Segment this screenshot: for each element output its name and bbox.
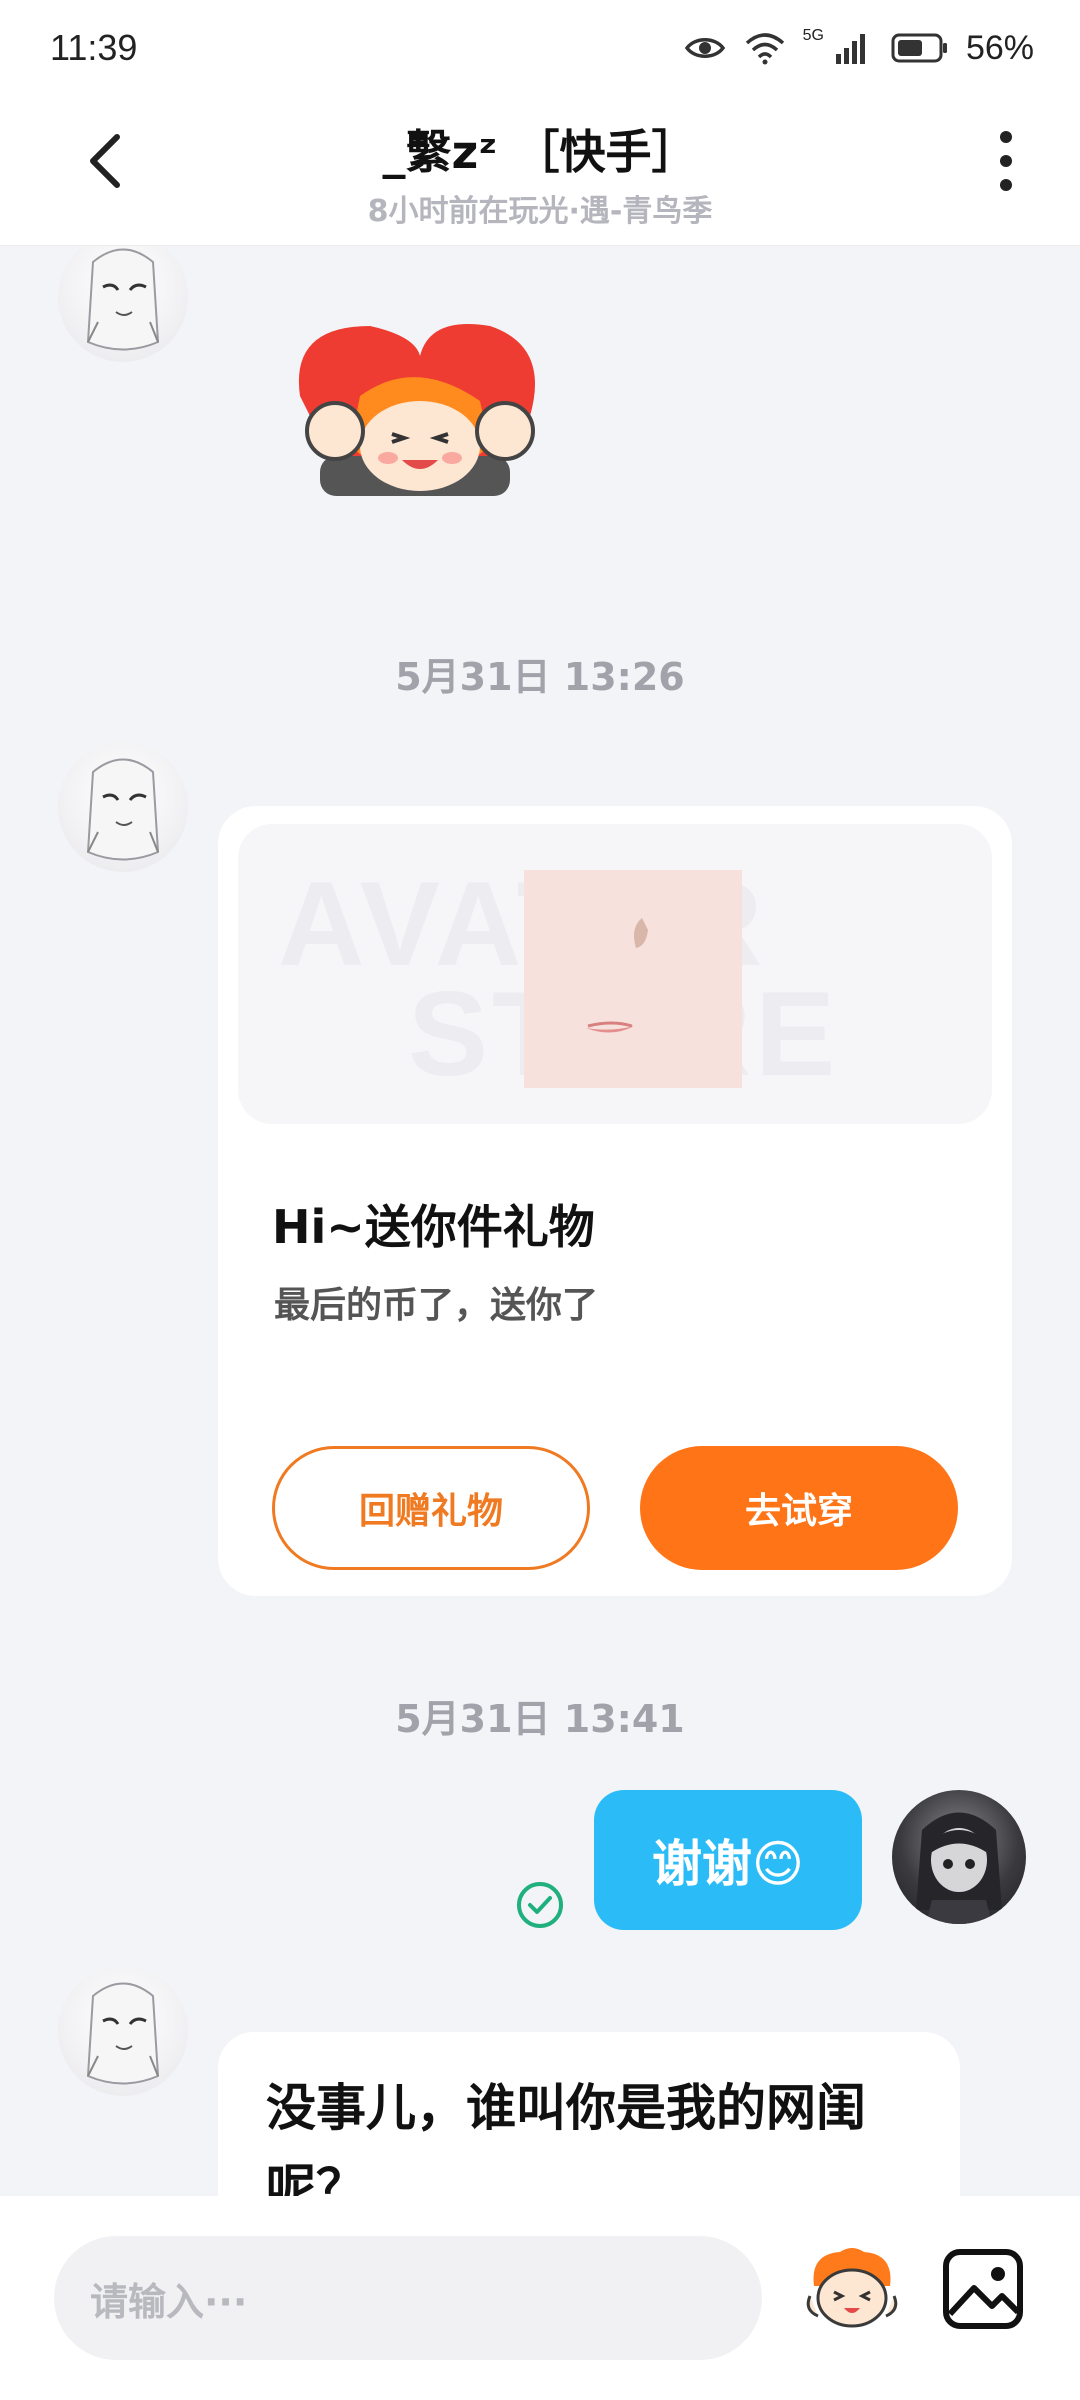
sticker-button[interactable] <box>800 2236 904 2340</box>
gift-preview-image <box>524 870 742 1088</box>
message-input-bar: 请输入··· <box>0 2196 1080 2400</box>
sticker-image[interactable] <box>280 306 550 536</box>
read-check-icon <box>515 1880 565 1930</box>
status-icons: 5G 56% <box>683 26 1034 70</box>
battery-percent: 56% <box>965 28 1034 67</box>
eye-icon <box>683 26 727 70</box>
sticker-mascot-icon <box>806 2248 898 2328</box>
more-vertical-icon <box>1000 131 1012 191</box>
message-input[interactable]: 请输入··· <box>54 2236 762 2360</box>
try-on-button[interactable]: 去试穿 <box>640 1446 958 1570</box>
battery-icon <box>890 26 950 70</box>
network-type: 5G <box>802 27 824 44</box>
their-message-bubble[interactable]: 没事儿，谁叫你是我的网闺呢？ <box>218 2032 960 2196</box>
chat-subtitle: 8小时前在玩光·遇-青鸟季 <box>367 194 713 229</box>
timestamp: 5月31日 13:26 <box>395 655 685 699</box>
contact-avatar[interactable] <box>58 246 188 362</box>
message-text: 没事儿，谁叫你是我的网闺呢？ <box>266 2079 866 2196</box>
gift-banner-image: AVATAR STORE <box>238 824 992 1124</box>
my-avatar[interactable] <box>892 1790 1026 1924</box>
chat-title: _繫zᶻ ［快手］ <box>382 125 698 179</box>
status-bar: 11:39 5G 56% <box>0 0 1080 96</box>
contact-avatar[interactable] <box>58 742 188 872</box>
gift-card[interactable]: AVATAR STORE Hi~送你件礼物 最后的币了，送你了 回赠礼物 去试穿 <box>218 806 1012 1596</box>
contact-avatar[interactable] <box>58 1966 188 2096</box>
image-picker-button[interactable] <box>940 2246 1026 2332</box>
my-message-bubble[interactable]: 谢谢😊 <box>594 1790 862 1930</box>
gift-title: Hi~送你件礼物 <box>272 1200 595 1254</box>
wifi-icon <box>743 26 787 70</box>
return-gift-button[interactable]: 回赠礼物 <box>272 1446 590 1570</box>
timestamp: 5月31日 13:41 <box>395 1697 685 1741</box>
more-options-button[interactable] <box>976 126 1036 196</box>
signal-icon <box>830 26 874 70</box>
gift-description: 最后的币了，送你了 <box>274 1285 599 1326</box>
chat-header: _繫zᶻ ［快手］ 8小时前在玩光·遇-青鸟季 <box>0 96 1080 246</box>
chat-message-list[interactable]: 5月31日 13:26 AVATAR STORE Hi~送你件礼物 最后的币了，… <box>0 246 1080 2196</box>
image-icon <box>943 2249 1023 2329</box>
status-time: 11:39 <box>50 27 138 68</box>
